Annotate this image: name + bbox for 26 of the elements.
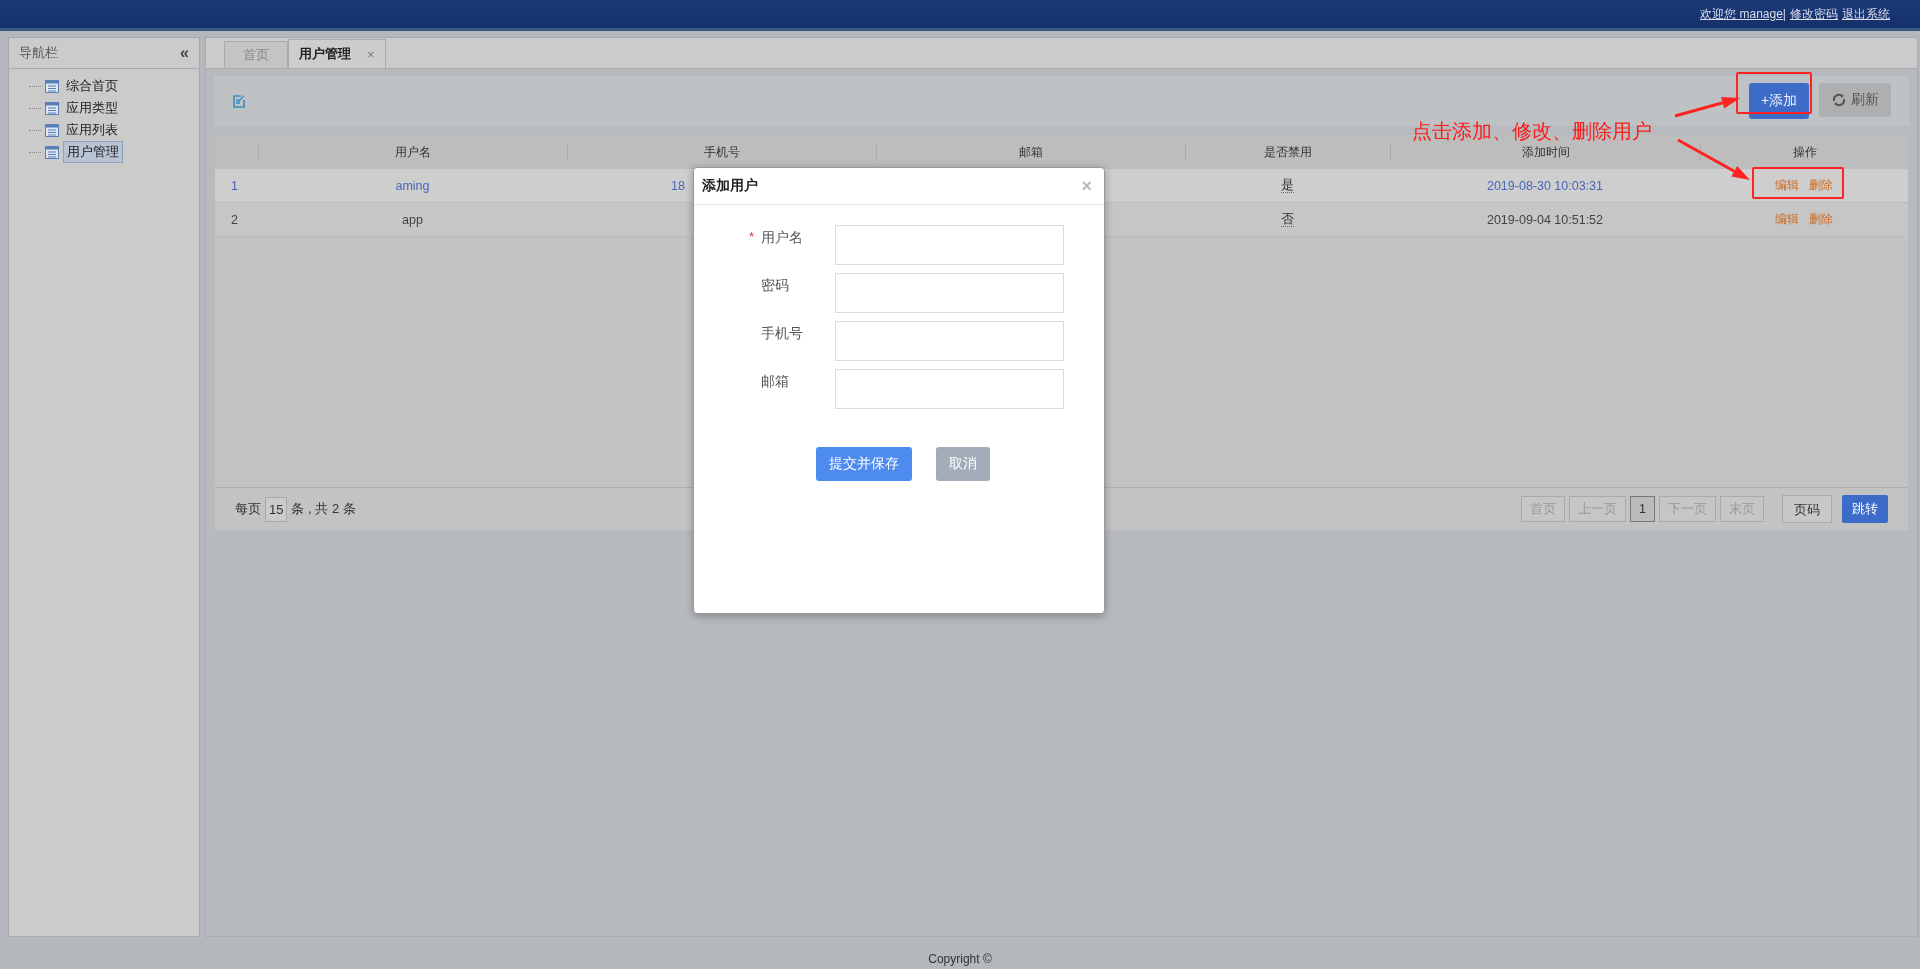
table-cell-text: 2019-08-30 10:03:31 [1485,178,1605,193]
column-header: 添加时间 [1390,143,1700,161]
table-cell-text: app [401,212,424,227]
column-header: 是否禁用 [1185,143,1390,161]
pager-label: 条 , 共 2 条 [291,500,356,518]
column-header: 邮箱 [876,143,1185,161]
field-label: 邮箱 [761,373,789,391]
annotation-text: 点击添加、修改、删除用户 [1412,119,1652,144]
pager-label: 每页 [235,500,261,518]
table-cell: 是 [1281,178,1294,193]
dialog-title: 添加用户 [702,177,758,195]
table-cell: 否 [1281,212,1294,227]
column-header: 用户名 [258,143,567,161]
required-mark: * [749,229,756,246]
column-header: 手机号 [567,143,876,161]
table-cell-text: 2019-09-04 10:51:52 [1485,212,1605,227]
row-number: 2 [230,212,239,227]
field-label: 密码 [761,277,789,295]
copyright-text: Copyright © [928,952,992,966]
field-label: 手机号 [761,325,803,343]
sidebar-title: 导航栏 [19,44,58,62]
column-header: 操作 [1700,143,1908,161]
table-cell: 18 [671,178,685,193]
field-label: 用户名 [761,229,803,247]
row-number: 1 [230,178,239,193]
table-cell-text: aming [394,178,431,193]
